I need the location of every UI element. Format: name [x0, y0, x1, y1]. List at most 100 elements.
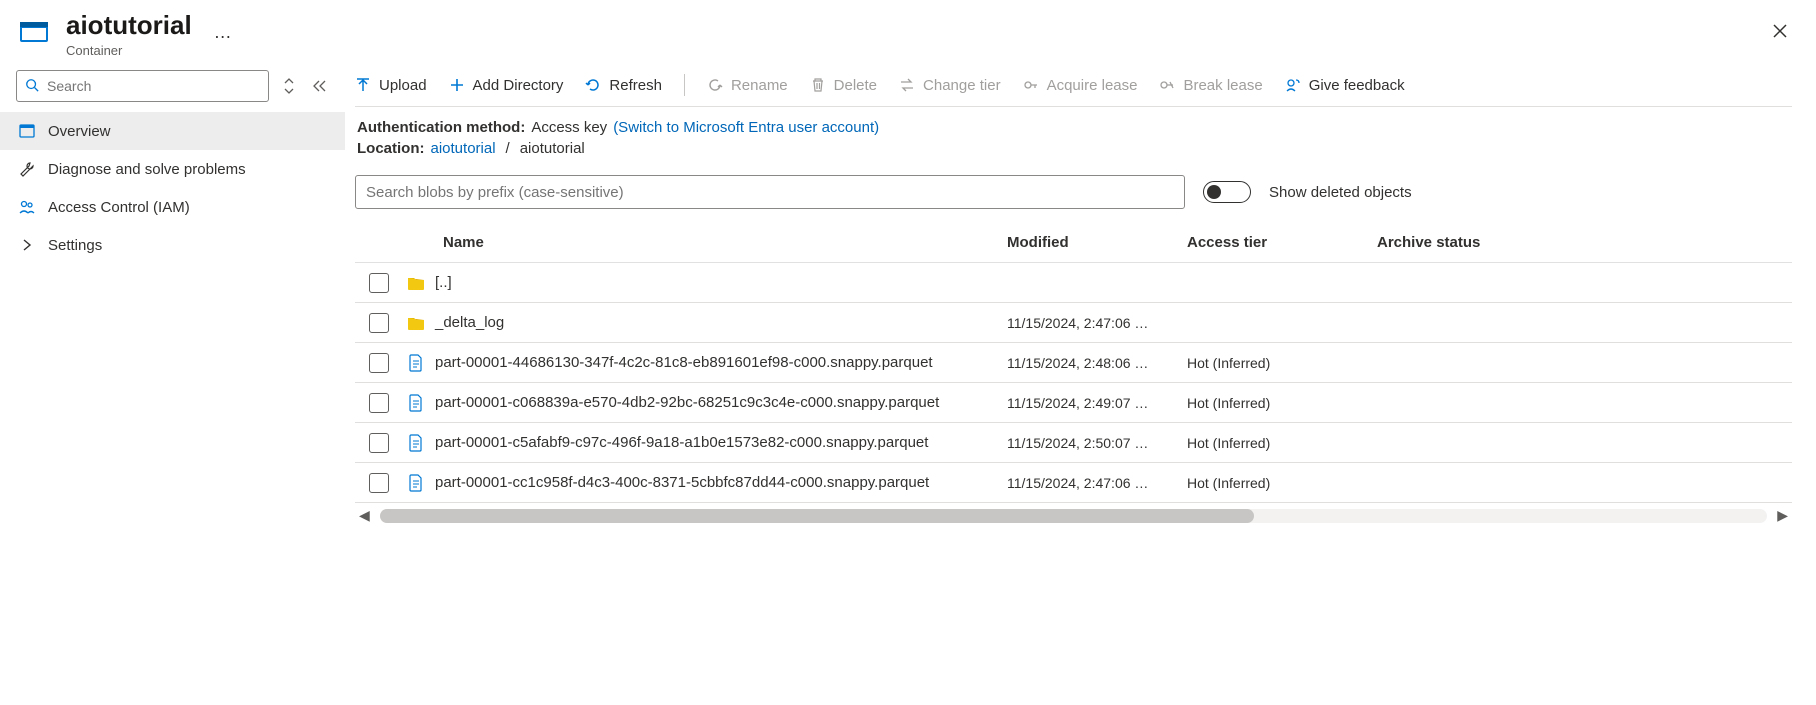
table-row[interactable]: part-00001-cc1c958f-d4c3-400c-8371-5cbbf…: [355, 463, 1792, 503]
sidebar-item-label: Overview: [48, 123, 111, 140]
more-actions-button[interactable]: …: [214, 22, 233, 43]
sidebar-item-settings[interactable]: Settings: [0, 226, 345, 264]
scroll-thumb[interactable]: [380, 509, 1254, 523]
blade-header: aiotutorial Container …: [0, 0, 1816, 64]
refresh-button[interactable]: Refresh: [585, 77, 662, 94]
sidebar-item-overview[interactable]: Overview: [0, 112, 345, 150]
delete-button: Delete: [810, 77, 877, 94]
refresh-icon: [585, 77, 601, 93]
row-modified: [1003, 277, 1183, 289]
row-modified: 11/15/2024, 2:47:06 …: [1003, 309, 1183, 337]
row-name[interactable]: _delta_log: [435, 314, 504, 331]
table-row[interactable]: part-00001-44686130-347f-4c2c-81c8-eb891…: [355, 343, 1792, 383]
row-checkbox[interactable]: [369, 353, 389, 373]
col-name[interactable]: Name: [403, 228, 1003, 257]
row-access-tier: Hot (Inferred): [1183, 389, 1373, 417]
file-icon: [407, 434, 425, 452]
row-access-tier: Hot (Inferred): [1183, 429, 1373, 457]
refresh-label: Refresh: [609, 77, 662, 94]
sidebar-search-input[interactable]: [47, 78, 260, 94]
feedback-icon: [1285, 77, 1301, 93]
upload-button[interactable]: Upload: [355, 77, 427, 94]
row-checkbox[interactable]: [369, 473, 389, 493]
row-checkbox[interactable]: [369, 393, 389, 413]
command-bar: Upload Add Directory Refresh Rename: [355, 70, 1792, 107]
blob-prefix-search[interactable]: [355, 175, 1185, 209]
file-icon: [407, 394, 425, 412]
table-row[interactable]: _delta_log 11/15/2024, 2:47:06 …: [355, 303, 1792, 343]
table-row[interactable]: part-00001-c5afabf9-c97c-496f-9a18-a1b0e…: [355, 423, 1792, 463]
row-modified: 11/15/2024, 2:48:06 …: [1003, 349, 1183, 377]
row-name[interactable]: part-00001-44686130-347f-4c2c-81c8-eb891…: [435, 354, 933, 371]
collapse-sidebar-button[interactable]: [309, 76, 329, 96]
switch-auth-link[interactable]: (Switch to Microsoft Entra user account): [613, 119, 879, 136]
scroll-track[interactable]: [380, 509, 1767, 523]
auth-method-label: Authentication method:: [357, 119, 525, 136]
close-button[interactable]: [1764, 14, 1796, 53]
sidebar-item-label: Settings: [48, 237, 102, 254]
break-lease-icon: [1159, 77, 1175, 93]
wrench-icon: [18, 160, 36, 178]
row-access-tier: Hot (Inferred): [1183, 349, 1373, 377]
row-archive-status: [1373, 397, 1533, 409]
chevron-right-icon: [18, 236, 36, 254]
row-archive-status: [1373, 437, 1533, 449]
upload-label: Upload: [379, 77, 427, 94]
sidebar-search[interactable]: [16, 70, 269, 102]
people-icon: [18, 198, 36, 216]
row-checkbox[interactable]: [369, 273, 389, 293]
row-checkbox[interactable]: [369, 433, 389, 453]
toolbar-separator: [684, 74, 685, 96]
rename-icon: [707, 77, 723, 93]
row-access-tier: [1183, 317, 1373, 329]
col-archive-status[interactable]: Archive status: [1373, 228, 1533, 257]
container-icon: [16, 14, 52, 50]
row-access-tier: [1183, 277, 1373, 289]
file-icon: [407, 474, 425, 492]
blob-prefix-input[interactable]: [366, 184, 1174, 201]
add-directory-button[interactable]: Add Directory: [449, 77, 564, 94]
breadcrumb-root[interactable]: aiotutorial: [431, 140, 496, 157]
row-archive-status: [1373, 277, 1533, 289]
row-modified: 11/15/2024, 2:49:07 …: [1003, 389, 1183, 417]
table-row[interactable]: [..]: [355, 263, 1792, 303]
toggle-knob: [1207, 185, 1221, 199]
row-access-tier: Hot (Inferred): [1183, 469, 1373, 497]
scroll-right-icon[interactable]: ▶: [1773, 507, 1792, 524]
row-checkbox[interactable]: [369, 313, 389, 333]
change-tier-button: Change tier: [899, 77, 1001, 94]
row-archive-status: [1373, 317, 1533, 329]
scroll-left-icon[interactable]: ◀: [355, 507, 374, 524]
search-icon: [25, 78, 39, 95]
sidebar-item-label: Access Control (IAM): [48, 199, 190, 216]
upload-icon: [355, 77, 371, 93]
resource-type-label: Container: [66, 43, 192, 58]
give-feedback-button[interactable]: Give feedback: [1285, 77, 1405, 94]
row-archive-status: [1373, 357, 1533, 369]
sort-toggle-icon[interactable]: [279, 76, 299, 96]
breadcrumb-current: aiotutorial: [520, 140, 585, 157]
row-name[interactable]: part-00001-c068839a-e570-4db2-92bc-68251…: [435, 394, 939, 411]
acquire-lease-label: Acquire lease: [1047, 77, 1138, 94]
row-name[interactable]: [..]: [435, 274, 452, 291]
show-deleted-label: Show deleted objects: [1269, 184, 1412, 201]
sidebar-item-access-control-iam-[interactable]: Access Control (IAM): [0, 188, 345, 226]
sidebar-item-label: Diagnose and solve problems: [48, 161, 246, 178]
break-lease-button: Break lease: [1159, 77, 1262, 94]
show-deleted-toggle[interactable]: [1203, 181, 1251, 203]
horizontal-scrollbar[interactable]: ◀ ▶: [355, 503, 1792, 524]
row-name[interactable]: part-00001-cc1c958f-d4c3-400c-8371-5cbbf…: [435, 474, 929, 491]
row-name[interactable]: part-00001-c5afabf9-c97c-496f-9a18-a1b0e…: [435, 434, 928, 451]
auth-method-value: Access key: [531, 119, 607, 136]
acquire-lease-button: Acquire lease: [1023, 77, 1138, 94]
col-modified[interactable]: Modified: [1003, 228, 1183, 257]
sidebar-item-diagnose-and-solve-problems[interactable]: Diagnose and solve problems: [0, 150, 345, 188]
delete-label: Delete: [834, 77, 877, 94]
sidebar: Overview Diagnose and solve problems Acces…: [0, 64, 345, 705]
folder-icon: [407, 314, 425, 332]
file-icon: [407, 354, 425, 372]
grid-header-row: Name Modified Access tier Archive status: [355, 223, 1792, 263]
col-access-tier[interactable]: Access tier: [1183, 228, 1373, 257]
rename-button: Rename: [707, 77, 788, 94]
table-row[interactable]: part-00001-c068839a-e570-4db2-92bc-68251…: [355, 383, 1792, 423]
